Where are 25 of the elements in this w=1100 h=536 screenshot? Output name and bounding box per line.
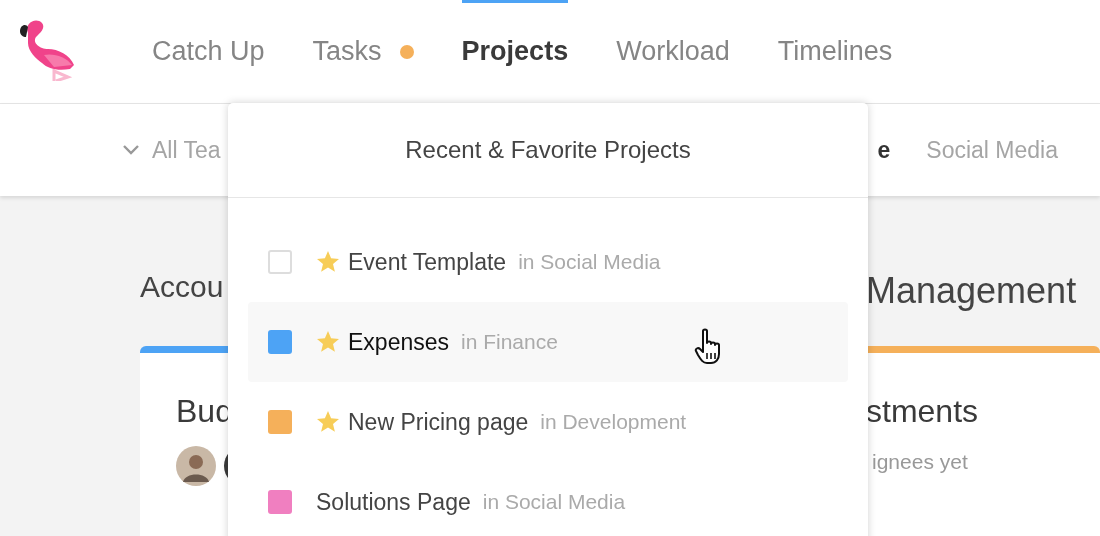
nav-tab[interactable]: Tasks <box>312 0 414 103</box>
section-heading: Management <box>866 270 1078 312</box>
chevron-down-icon <box>122 144 140 156</box>
project-item[interactable]: Event Template in Social Media <box>248 222 848 302</box>
avatar <box>176 446 216 486</box>
nav-tab[interactable]: Workload <box>616 0 730 103</box>
dropdown-title: Recent & Favorite Projects <box>228 103 868 198</box>
project-name: Solutions Page <box>316 488 471 516</box>
assignees-note: ignees yet <box>872 450 969 474</box>
section-heading: Accou <box>140 270 225 305</box>
project-context: in Social Media <box>482 490 626 514</box>
project-item[interactable]: New Pricing page in Development <box>248 382 848 462</box>
project-name: New Pricing page <box>348 408 529 436</box>
checkbox[interactable] <box>268 250 292 274</box>
project-name: Expenses <box>348 328 449 356</box>
project-filter[interactable]: e <box>877 136 891 164</box>
nav-tab[interactable]: Catch Up <box>152 0 265 103</box>
project-context: in Development <box>540 410 687 434</box>
project-context: in Finance <box>461 330 558 354</box>
project-item[interactable]: Solutions Page in Social Media <box>248 462 848 536</box>
project-item[interactable]: Expenses in Finance <box>248 302 848 382</box>
nav-tab[interactable]: Timelines <box>777 0 893 103</box>
project-context: in Social Media <box>518 250 661 274</box>
card-title: stments <box>866 393 980 430</box>
project-name: Event Template <box>348 248 507 276</box>
